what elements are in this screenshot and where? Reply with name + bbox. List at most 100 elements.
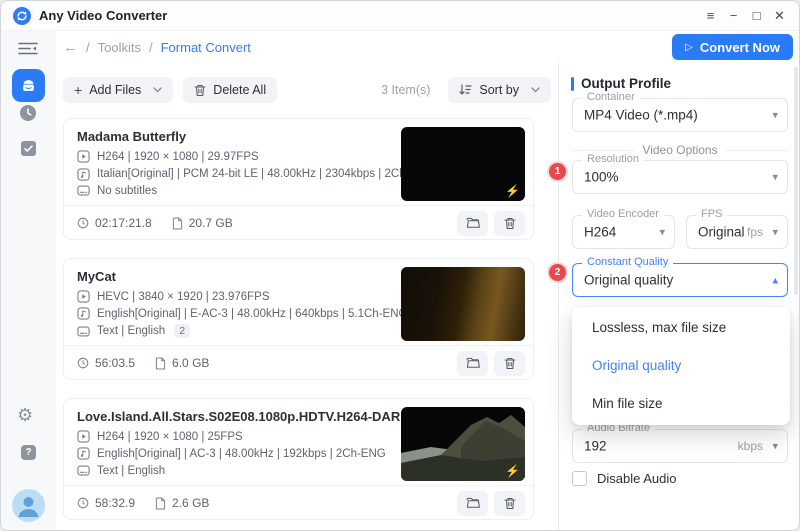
video-thumbnail[interactable]: ⚡ [401,127,525,201]
breadcrumb-format-convert[interactable]: Format Convert [161,40,251,55]
duration-clock-icon [77,497,89,509]
audio-track-icon [77,447,90,460]
subtitle-info: No subtitles [97,184,158,197]
hardware-accel-flash-icon: ⚡ [505,184,520,198]
caret-up-icon: ▴ [772,274,778,287]
audio-bitrate-select[interactable]: Audio Bitrate 192 kbps ▾ [572,422,788,463]
open-folder-button[interactable] [457,350,488,376]
fps-unit: fps [746,225,763,239]
sidebar-item-history[interactable] [20,105,36,126]
trash-icon [503,497,516,509]
sort-by-label: Sort by [479,83,519,97]
file-card: Love.Island.All.Stars.S02E08.1080p.HDTV.… [63,398,534,520]
audio-track-icon [77,307,90,320]
constant-quality-select[interactable]: Constant Quality Original quality ▴ [572,256,788,297]
minimize-icon[interactable]: − [726,1,741,31]
checkbox-icon [21,141,36,156]
container-select[interactable]: Container MP4 Video (*.mp4) ▾ [572,91,788,132]
duration-clock-icon [77,357,89,369]
subtitle-track-icon [77,465,90,476]
quality-menu-option[interactable]: Original quality [572,347,790,385]
constant-quality-value: Original quality [584,272,674,288]
maximize-icon[interactable]: □ [749,1,764,31]
breadcrumb-separator: / [86,39,90,55]
file-size-icon [155,496,166,510]
duration-value: 56:03.5 [95,356,136,370]
subtitle-track-icon [77,325,90,337]
open-folder-button[interactable] [457,490,488,516]
close-icon[interactable]: ✕ [772,1,787,31]
video-thumbnail[interactable]: ⚡ [401,267,525,341]
size-value: 6.0 GB [172,356,210,370]
video-options-title: Video Options [642,143,718,157]
audio-info-row: English[Original] | E-AC-3 | 48.00kHz | … [77,307,407,320]
file-size-icon [155,356,166,370]
duration-meta: 56:03.5 [77,356,135,370]
subtitle-info: Text | English [97,325,166,337]
audio-info: English[Original] | AC-3 | 48.00kHz | 19… [97,447,386,460]
convert-now-button[interactable]: ▷ Convert Now [672,34,793,60]
audio-info-row: Italian[Original] | PCM 24-bit LE | 48.0… [77,167,452,181]
video-info: H264 | 1920 × 1080 | 25FPS [97,430,243,443]
delete-file-button[interactable] [494,490,525,516]
delete-file-button[interactable] [494,350,525,376]
plus-icon: + [74,82,83,98]
item-count: 3 Item(s) [381,83,431,97]
video-encoder-select[interactable]: Video Encoder H264 ▾ [572,208,675,249]
account-avatar[interactable] [12,489,45,522]
hardware-accel-flash-icon: ⚡ [505,464,520,478]
sidebar: ⚙ ? [1,31,56,530]
resolution-label: Resolution [582,153,644,165]
size-meta: 2.6 GB [155,496,209,510]
convert-now-label: Convert Now [699,39,780,55]
sort-by-button[interactable]: Sort by [448,77,551,103]
title-bar: Any Video Converter ≡ − □ ✕ [1,1,799,31]
size-meta: 20.7 GB [172,216,233,230]
duration-meta: 58:32.9 [77,496,135,510]
back-arrow-icon[interactable]: ← [63,39,78,56]
add-files-button[interactable]: + Add Files [63,77,174,103]
step-badge-2: 2 [549,264,566,281]
audio-info: English[Original] | E-AC-3 | 48.00kHz | … [97,307,408,320]
app-menu-icon[interactable]: ≡ [703,1,718,31]
disable-audio-checkbox[interactable] [572,471,587,486]
app-logo-icon [13,6,31,25]
duration-meta: 02:17:21.8 [77,216,152,230]
resolution-select[interactable]: Resolution 100% ▾ [572,153,788,194]
file-size-icon [172,216,182,230]
video-info-row: H264 | 1920 × 1080 | 29.97FPS [77,150,259,163]
disable-audio-row[interactable]: Disable Audio [572,471,677,486]
open-folder-button[interactable] [457,210,488,236]
file-list: Madama Butterfly H264 | 1920 × 1080 | 29… [63,118,534,530]
section-marker [571,76,574,91]
delete-all-label: Delete All [213,83,267,97]
delete-file-button[interactable] [494,210,525,236]
size-value: 20.7 GB [188,216,233,230]
video-thumbnail[interactable]: ⚡ [401,407,525,481]
file-list-area: + Add Files Delete All 3 Item(s) Sort by… [56,63,558,530]
subtitle-info-row: No subtitles [77,184,157,197]
sidebar-item-tasks[interactable] [21,141,36,161]
quality-menu-option[interactable]: Min file size [572,385,790,423]
quality-menu-option[interactable]: Lossless, max file size [572,309,790,347]
caret-down-icon: ▾ [772,171,778,184]
sort-icon [459,84,472,95]
panel-scrollbar[interactable] [794,67,798,295]
audio-info-row: English[Original] | AC-3 | 48.00kHz | 19… [77,447,386,460]
folder-icon [466,217,480,228]
container-value: MP4 Video (*.mp4) [584,107,698,123]
resolution-value: 100% [584,169,619,185]
collapse-sidebar-icon[interactable] [18,42,38,60]
caret-down-icon: ▾ [659,226,665,239]
settings-gear-icon[interactable]: ⚙ [17,406,33,424]
disable-audio-label: Disable Audio [597,471,677,486]
help-icon[interactable]: ? [21,445,36,460]
sidebar-item-converter[interactable] [12,69,45,102]
subtitle-info-row: Text | English 2 [77,324,191,338]
delete-all-button[interactable]: Delete All [183,77,278,103]
chevron-down-icon[interactable] [153,87,162,93]
breadcrumb-toolkits[interactable]: Toolkits [98,40,141,55]
file-title: Madama Butterfly [77,129,187,144]
fps-select[interactable]: FPS Original fps ▾ [686,208,788,249]
output-profile-panel: Output Profile Container MP4 Video (*.mp… [549,63,799,530]
